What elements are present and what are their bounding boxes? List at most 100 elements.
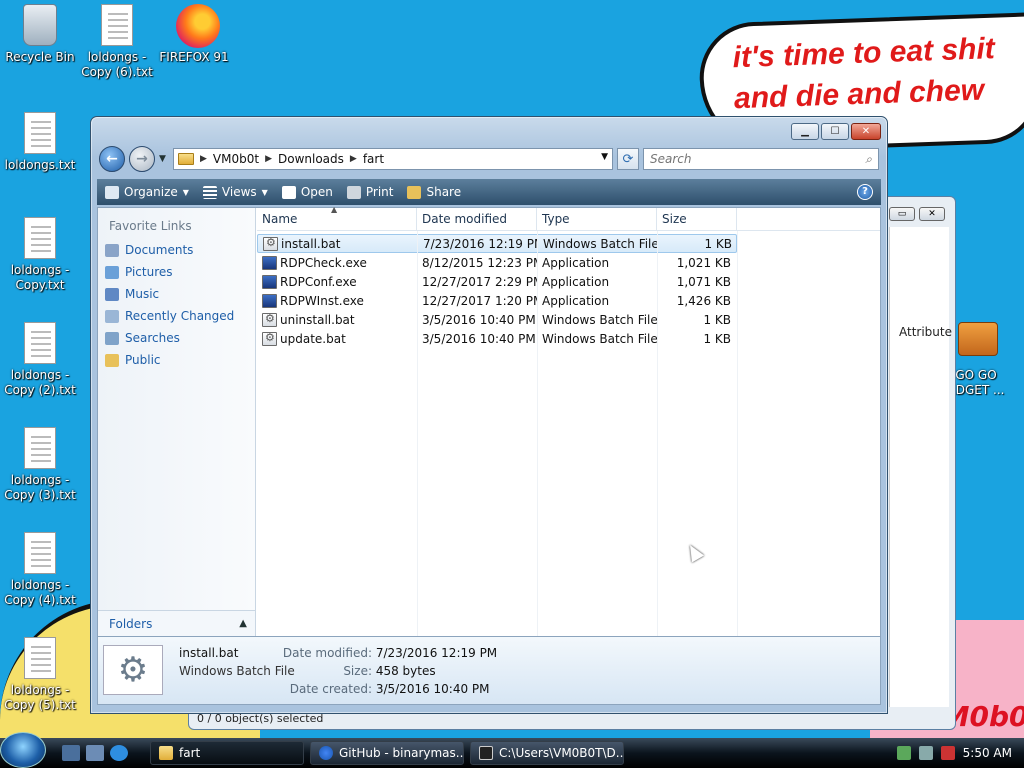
nav-item-recently-changed[interactable]: Recently Changed [105, 305, 255, 327]
search-box[interactable]: ⌕ [643, 148, 879, 170]
file-size: 1 KB [703, 312, 731, 327]
nav-item-searches[interactable]: Searches [105, 327, 255, 349]
file-type: Application [542, 274, 610, 289]
batch-file-icon [262, 312, 277, 327]
text-file-icon [24, 112, 56, 154]
desktop-icon-file[interactable]: loldongs - Copy (3).txt [0, 427, 80, 503]
open-button[interactable]: Open [281, 185, 333, 199]
file-row[interactable]: RDPConf.exe 12/27/2017 2:29 PM Applicati… [257, 272, 737, 291]
desktop-icon-label: FIREFOX 91 [159, 50, 229, 64]
column-label: Size [662, 212, 687, 226]
file-size: 1,021 KB [676, 255, 731, 270]
organize-button[interactable]: Organize ▼ [105, 185, 189, 199]
column-header-type[interactable]: Type [537, 208, 657, 230]
public-folder-icon [105, 353, 119, 367]
file-date: 12/27/2017 1:20 PM [422, 293, 537, 308]
taskbar-button-label: fart [179, 746, 201, 760]
desktop-icon-label: loldongs - Copy (6).txt [81, 50, 153, 79]
desktop-icon-recycle-bin[interactable]: Recycle Bin [0, 4, 80, 65]
navigation-pane: Favorite Links Documents Pictures Music … [98, 208, 256, 636]
start-button[interactable] [0, 732, 46, 768]
text-file-icon [24, 322, 56, 364]
file-row[interactable]: RDPWInst.exe 12/27/2017 1:20 PM Applicat… [257, 291, 737, 310]
column-header-size[interactable]: Size [657, 208, 737, 230]
search-icon[interactable]: ⌕ [865, 152, 872, 167]
close-button[interactable]: ✕ [919, 207, 945, 221]
folders-toggle[interactable]: Folders ▲ [98, 610, 255, 636]
breadcrumb-item[interactable]: fart [363, 152, 384, 166]
nav-item-music[interactable]: Music [105, 283, 255, 305]
volume-muted-icon[interactable] [940, 746, 955, 760]
nav-item-label: Public [125, 353, 161, 367]
file-date: 8/12/2015 12:23 PM [422, 255, 537, 270]
nav-item-pictures[interactable]: Pictures [105, 261, 255, 283]
open-label: Open [300, 185, 333, 199]
desktop-icon-file[interactable]: loldongs.txt [0, 112, 80, 173]
file-row[interactable]: update.bat 3/5/2016 10:40 PM Windows Bat… [257, 329, 737, 348]
desktop-icon-file[interactable]: loldongs - Copy (2).txt [0, 322, 80, 398]
taskbar-button-github[interactable]: GitHub - binarymas... [310, 741, 464, 765]
column-header-attribute[interactable]: Attribute [899, 325, 952, 339]
desktop-icon-file[interactable]: loldongs - Copy (4).txt [0, 532, 80, 608]
file-row[interactable]: uninstall.bat 3/5/2016 10:40 PM Windows … [257, 310, 737, 329]
batch-file-icon: ⚙ [103, 645, 163, 695]
share-button[interactable]: Share [407, 185, 461, 199]
show-desktop-icon[interactable] [62, 745, 80, 761]
close-button[interactable]: ✕ [851, 123, 881, 140]
chevron-right-icon[interactable]: ▶ [200, 154, 207, 164]
views-button[interactable]: Views ▼ [202, 185, 268, 199]
file-name: RDPConf.exe [280, 274, 357, 289]
breadcrumb-item[interactable]: Downloads [278, 152, 344, 166]
sort-ascending-icon: ▲ [331, 205, 338, 214]
print-label: Print [365, 185, 394, 199]
minimize-button[interactable]: ▁ [791, 123, 819, 140]
file-type: Application [542, 293, 610, 308]
taskbar-button-7zip[interactable]: C:\Users\VM0B0T\D... [470, 741, 624, 765]
nav-item-documents[interactable]: Documents [105, 239, 255, 261]
nav-item-public[interactable]: Public [105, 349, 255, 371]
chevron-down-icon: ▼ [182, 187, 189, 197]
file-row[interactable]: RDPCheck.exe 8/12/2015 12:23 PM Applicat… [257, 253, 737, 272]
restore-button[interactable]: ▭ [889, 207, 915, 221]
folder-icon [159, 746, 173, 760]
chevron-right-icon[interactable]: ▶ [350, 154, 357, 164]
file-list: ▲ Name Date modified Type Size install.b… [257, 205, 880, 636]
breadcrumb-item[interactable]: VM0b0t [213, 152, 259, 166]
clock[interactable]: 5:50 AM [963, 746, 1012, 760]
taskbar-button-fart[interactable]: fart [150, 741, 304, 765]
file-name: RDPWInst.exe [280, 293, 364, 308]
column-label: Type [542, 212, 570, 226]
chrome-icon [319, 746, 333, 760]
search-input[interactable] [650, 152, 840, 166]
help-icon[interactable]: ? [857, 184, 873, 200]
desktop-icon-file[interactable]: loldongs - Copy (5).txt [0, 637, 80, 713]
recent-pages-dropdown[interactable]: ▼ [159, 154, 169, 164]
chevron-right-icon[interactable]: ▶ [265, 154, 272, 164]
maximize-button[interactable]: ☐ [821, 123, 849, 140]
text-file-icon [24, 427, 56, 469]
address-dropdown-icon[interactable]: ▼ [601, 152, 608, 162]
desktop-icon-file[interactable]: loldongs - Copy.txt [0, 217, 80, 293]
file-name: update.bat [280, 331, 346, 346]
file-type: Windows Batch File [543, 236, 658, 251]
organize-icon [105, 185, 119, 199]
back-button[interactable]: ← [99, 146, 125, 172]
print-button[interactable]: Print [346, 185, 394, 199]
desktop-icon-label: loldongs.txt [4, 158, 76, 172]
monitor-icon[interactable] [918, 746, 933, 760]
file-row[interactable]: install.bat 7/23/2016 12:19 PM Windows B… [257, 234, 737, 253]
text-file-icon [24, 637, 56, 679]
column-header-name[interactable]: ▲ Name [257, 205, 417, 230]
recently-changed-icon [105, 309, 119, 323]
desktop-icon-firefox[interactable]: FIREFOX 91 [154, 4, 234, 65]
pictures-icon [105, 265, 119, 279]
column-header-date-modified[interactable]: Date modified [417, 208, 537, 230]
internet-explorer-icon[interactable] [110, 745, 128, 761]
forward-button[interactable]: → [129, 146, 155, 172]
switch-windows-icon[interactable] [86, 745, 104, 761]
explorer-window[interactable]: ▁ ☐ ✕ ← → ▼ ▶ VM0b0t ▶ Downloads ▶ fart … [90, 116, 888, 714]
desktop-icon-file[interactable]: loldongs - Copy (6).txt [77, 4, 157, 80]
address-bar[interactable]: ▶ VM0b0t ▶ Downloads ▶ fart ▼ [173, 148, 613, 170]
refresh-button[interactable]: ⟳ [617, 148, 639, 170]
network-icon[interactable] [896, 746, 911, 760]
